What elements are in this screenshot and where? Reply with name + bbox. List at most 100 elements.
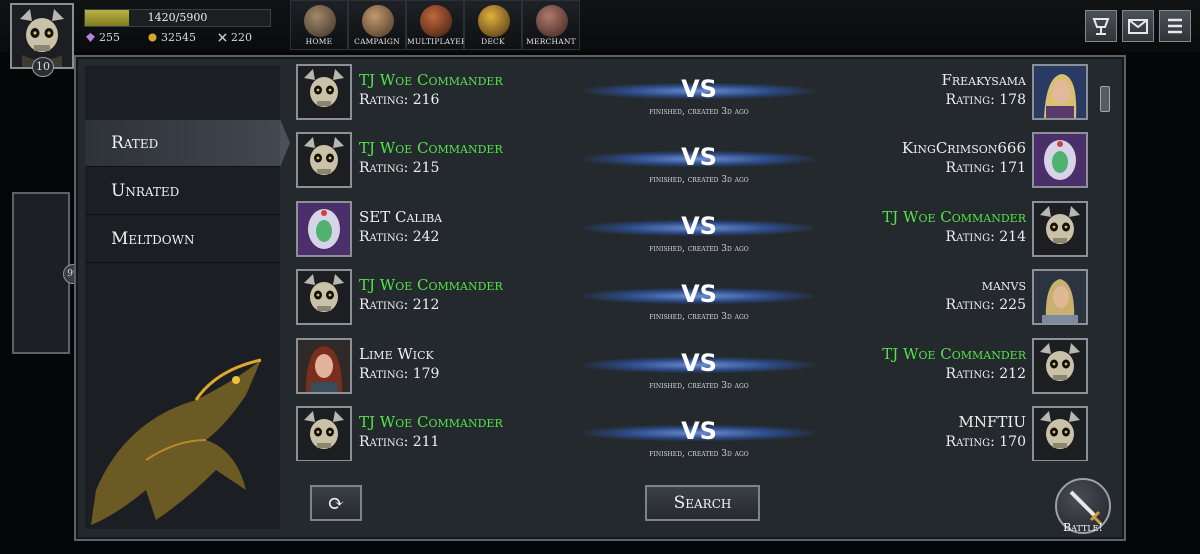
player-rating-right: Rating: 171 bbox=[945, 160, 1026, 176]
mail-icon bbox=[1128, 19, 1148, 34]
dragon-icon bbox=[91, 358, 262, 525]
match-status: finished, created 3d ago bbox=[649, 381, 749, 391]
nav-home-label: Home bbox=[305, 37, 333, 46]
nav-deck[interactable]: Deck bbox=[464, 0, 522, 50]
player-rating-right: Rating: 212 bbox=[945, 366, 1026, 382]
skull-warrior-icon bbox=[298, 408, 350, 460]
nav-deck-label: Deck bbox=[481, 37, 505, 46]
gem-icon bbox=[86, 33, 95, 42]
player-avatar-left[interactable] bbox=[296, 132, 352, 188]
skull-warrior-icon bbox=[1034, 203, 1086, 255]
home-icon bbox=[304, 5, 336, 37]
trophy-icon bbox=[1092, 18, 1110, 35]
mail-button[interactable] bbox=[1122, 10, 1154, 42]
nav-multiplayer-label: Multiplayer bbox=[407, 37, 467, 46]
match-status: finished, created 3d ago bbox=[649, 244, 749, 254]
tab-rated[interactable]: Rated bbox=[85, 120, 280, 166]
gems-value: 255 bbox=[99, 31, 120, 44]
nav-merchant[interactable]: Merchant bbox=[522, 0, 580, 50]
multiplayer-icon bbox=[420, 5, 452, 37]
match-list: TJ Woe Commander Rating: 216 VS finished… bbox=[294, 62, 1094, 461]
player-name-right: TJ Woe Commander bbox=[882, 345, 1026, 363]
player-name-left: TJ Woe Commander bbox=[359, 276, 503, 294]
match-row[interactable]: SET Caliba Rating: 242 VS finished, crea… bbox=[294, 199, 1094, 267]
divider bbox=[85, 214, 280, 215]
vs-label: VS bbox=[681, 143, 717, 171]
player-rating-right: Rating: 178 bbox=[945, 92, 1026, 108]
player-name-left: TJ Woe Commander bbox=[359, 139, 503, 157]
player-rating-left: Rating: 179 bbox=[359, 366, 440, 382]
nav-home[interactable]: Home bbox=[290, 0, 348, 50]
blonde-mage-portrait-icon bbox=[1034, 66, 1086, 118]
player-rating-left: Rating: 242 bbox=[359, 229, 440, 245]
skull-warrior-icon bbox=[298, 134, 350, 186]
player-rating-right: Rating: 225 bbox=[945, 297, 1026, 313]
tab-meltdown[interactable]: Meltdown bbox=[85, 216, 280, 262]
skull-warrior-icon bbox=[1034, 340, 1086, 392]
player-avatar-left[interactable] bbox=[296, 64, 352, 120]
player-rating-left: Rating: 212 bbox=[359, 297, 440, 313]
side-drawer-panel[interactable] bbox=[12, 192, 70, 354]
vs-label: VS bbox=[681, 75, 717, 103]
deck-icon bbox=[478, 5, 510, 37]
refresh-button[interactable]: ⟳ bbox=[310, 485, 362, 521]
nav-merchant-label: Merchant bbox=[526, 37, 576, 46]
vs-label: VS bbox=[681, 280, 717, 308]
divider bbox=[85, 166, 280, 167]
crossed-swords-icon bbox=[218, 33, 227, 42]
match-row[interactable]: TJ Woe Commander Rating: 212 VS finished… bbox=[294, 267, 1094, 335]
menu-button[interactable] bbox=[1159, 10, 1191, 42]
player-rating-left: Rating: 216 bbox=[359, 92, 440, 108]
player-avatar-right[interactable] bbox=[1032, 406, 1088, 461]
player-avatar-right[interactable] bbox=[1032, 201, 1088, 257]
trophy-button[interactable] bbox=[1085, 10, 1117, 42]
merchant-icon bbox=[536, 5, 568, 37]
masked-cleric-portrait-icon bbox=[1034, 134, 1086, 186]
player-name-left: TJ Woe Commander bbox=[359, 413, 503, 431]
skull-warrior-icon bbox=[1034, 408, 1086, 460]
player-avatar-left[interactable] bbox=[296, 201, 352, 257]
player-name-right: KingCrimson666 bbox=[901, 139, 1026, 157]
list-scrollbar[interactable] bbox=[1097, 68, 1113, 458]
divider bbox=[85, 262, 280, 263]
level-badge: 10 bbox=[32, 57, 54, 77]
player-avatar-left[interactable] bbox=[296, 338, 352, 394]
match-status: finished, created 3d ago bbox=[649, 449, 749, 459]
player-name-right: MNFTIU bbox=[958, 413, 1026, 431]
player-name-left: TJ Woe Commander bbox=[359, 71, 503, 89]
match-row[interactable]: Lime Wick Rating: 179 VS finished, creat… bbox=[294, 336, 1094, 404]
skull-warrior-icon bbox=[298, 271, 350, 323]
match-status: finished, created 3d ago bbox=[649, 175, 749, 185]
scrollbar-thumb[interactable] bbox=[1100, 86, 1110, 112]
vs-label: VS bbox=[681, 349, 717, 377]
gems-counter: 255 bbox=[86, 31, 120, 44]
search-button[interactable]: Search bbox=[645, 485, 760, 521]
player-name-left: SET Caliba bbox=[359, 208, 443, 226]
player-avatar-right[interactable] bbox=[1032, 64, 1088, 120]
player-rating-right: Rating: 214 bbox=[945, 229, 1026, 245]
tab-unrated[interactable]: Unrated bbox=[85, 168, 280, 214]
refresh-icon: ⟳ bbox=[327, 491, 345, 515]
match-row[interactable]: TJ Woe Commander Rating: 211 VS finished… bbox=[294, 404, 1094, 461]
vs-label: VS bbox=[681, 212, 717, 240]
player-name-left: Lime Wick bbox=[359, 345, 434, 363]
match-row[interactable]: TJ Woe Commander Rating: 216 VS finished… bbox=[294, 62, 1094, 130]
match-status: finished, created 3d ago bbox=[649, 107, 749, 117]
nav-multiplayer[interactable]: Multiplayer bbox=[406, 0, 467, 50]
armored-knight-portrait-icon bbox=[1034, 271, 1086, 323]
nav-campaign-label: Campaign bbox=[354, 37, 400, 46]
match-row[interactable]: TJ Woe Commander Rating: 215 VS finished… bbox=[294, 130, 1094, 198]
battle-label: Battle! bbox=[1063, 521, 1103, 534]
player-avatar-left[interactable] bbox=[296, 269, 352, 325]
player-avatar-right[interactable] bbox=[1032, 132, 1088, 188]
campaign-icon bbox=[362, 5, 394, 37]
player-name-right: Freakysama bbox=[941, 71, 1026, 89]
dragon-artwork bbox=[86, 340, 280, 530]
player-name-right: TJ Woe Commander bbox=[882, 208, 1026, 226]
player-rating-left: Rating: 215 bbox=[359, 160, 440, 176]
player-avatar-right[interactable] bbox=[1032, 269, 1088, 325]
player-avatar-left[interactable] bbox=[296, 406, 352, 461]
nav-campaign[interactable]: Campaign bbox=[348, 0, 406, 50]
gold-value: 32545 bbox=[161, 31, 196, 44]
player-avatar-right[interactable] bbox=[1032, 338, 1088, 394]
